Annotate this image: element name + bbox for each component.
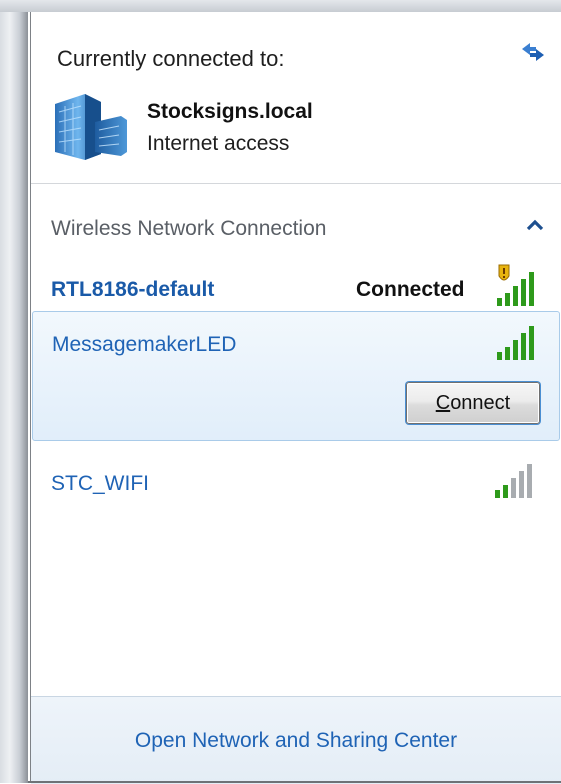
window-frame-edge (0, 0, 28, 783)
network-flyout: Currently connected to: Stocksigns.local… (30, 12, 561, 784)
network-ssid: MessagemakerLED (52, 333, 237, 356)
wireless-section-header[interactable]: Wireless Network Connection (31, 184, 561, 254)
current-network-status: Internet access (147, 132, 290, 155)
shield-warning-icon (498, 264, 510, 281)
network-building-icon (55, 94, 127, 160)
network-row-messagemakerled[interactable]: MessagemakerLED Connect (32, 311, 560, 441)
network-status: Connected (356, 278, 465, 301)
refresh-icon[interactable] (519, 40, 547, 64)
network-row-stc-wifi[interactable]: STC_WIFI (31, 452, 561, 512)
window-frame-top (0, 0, 561, 12)
network-row-rtl8186[interactable]: RTL8186-default Connected (31, 254, 561, 312)
wifi-signal-icon (497, 326, 534, 360)
network-ssid: STC_WIFI (51, 472, 149, 495)
connect-button[interactable]: Connect (406, 382, 540, 424)
section-title: Wireless Network Connection (51, 217, 327, 240)
current-network-name: Stocksigns.local (147, 100, 313, 123)
collapse-chevron-icon[interactable] (525, 218, 545, 232)
wifi-signal-icon (497, 264, 534, 306)
current-connection-label: Currently connected to: (57, 46, 285, 71)
open-network-sharing-center-link[interactable]: Open Network and Sharing Center (31, 729, 561, 753)
current-connection: Currently connected to: Stocksigns.local… (31, 12, 561, 183)
flyout-footer: Open Network and Sharing Center (31, 696, 561, 784)
network-ssid: RTL8186-default (51, 278, 215, 301)
wifi-signal-icon (495, 464, 532, 498)
